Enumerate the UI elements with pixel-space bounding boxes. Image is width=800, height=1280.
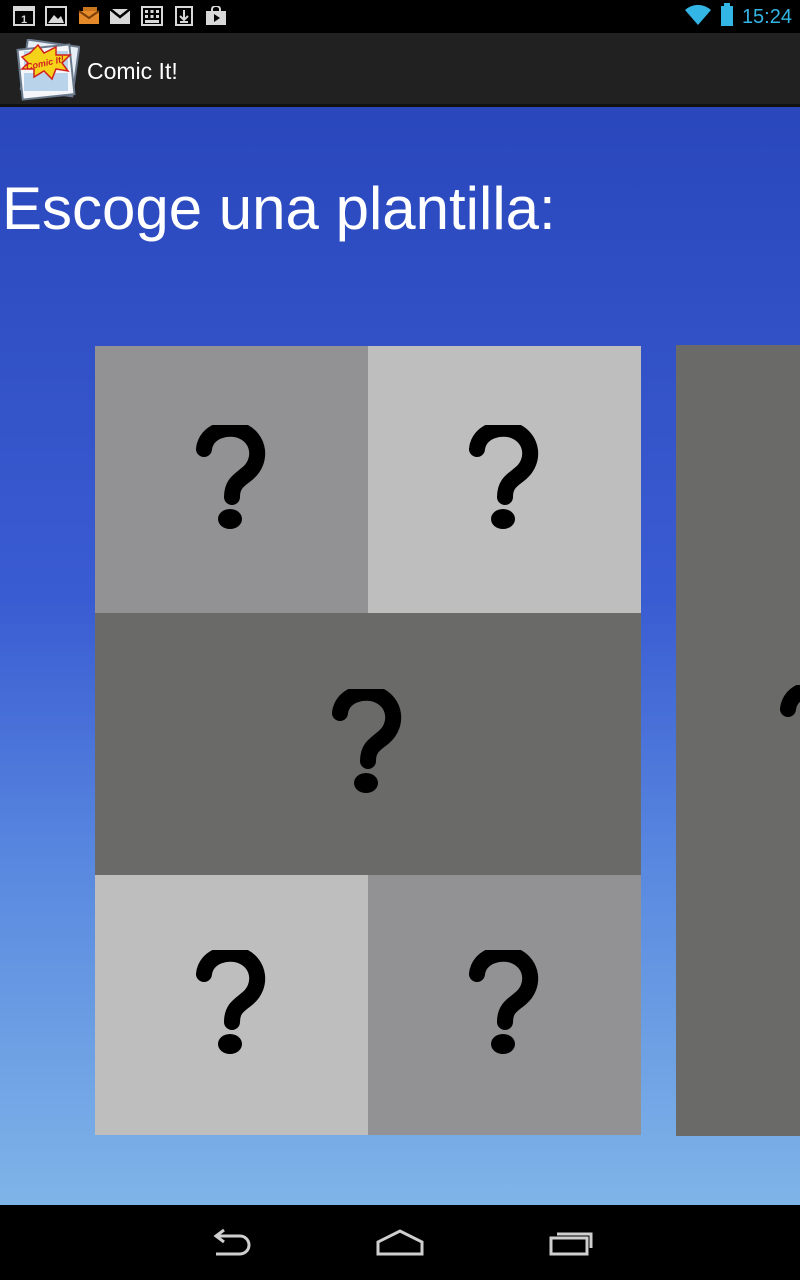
question-mark-icon bbox=[780, 685, 800, 717]
wifi-icon bbox=[684, 4, 712, 31]
home-icon bbox=[376, 1229, 424, 1256]
template-panel bbox=[95, 875, 368, 1135]
template-panel bbox=[95, 613, 641, 875]
app-title: Comic It! bbox=[87, 58, 178, 84]
battery-icon bbox=[720, 2, 734, 32]
back-button[interactable] bbox=[200, 1225, 260, 1261]
template-card-1[interactable] bbox=[95, 346, 641, 1135]
status-right: 15:24 bbox=[684, 2, 792, 32]
main-content: Escoge una plantilla: bbox=[0, 107, 800, 1205]
calendar-icon: 1 bbox=[13, 6, 35, 26]
template-panel bbox=[95, 346, 368, 613]
status-clock: 15:24 bbox=[741, 5, 792, 28]
app-logo-icon[interactable]: Comic It! bbox=[16, 38, 81, 101]
page-title: Escoge una plantilla: bbox=[2, 175, 556, 242]
template-panel bbox=[368, 346, 641, 613]
action-bar: Comic It! Comic It! bbox=[0, 33, 800, 107]
screen: 1 15:24 Comic It! Comic It! Escoge una p… bbox=[0, 0, 800, 1280]
template-panel bbox=[368, 875, 641, 1135]
question-mark-icon bbox=[195, 950, 265, 1054]
gallery-icon bbox=[45, 6, 67, 26]
back-icon bbox=[213, 1228, 251, 1256]
status-bar: 1 15:24 bbox=[0, 0, 800, 33]
gmail-icon bbox=[109, 6, 131, 26]
calendar-day: 1 bbox=[21, 14, 27, 26]
question-mark-icon bbox=[195, 424, 265, 529]
email-icon bbox=[77, 6, 100, 26]
recent-apps-icon bbox=[549, 1232, 593, 1256]
recent-apps-button[interactable] bbox=[541, 1225, 601, 1261]
keep-icon bbox=[141, 6, 163, 26]
home-button[interactable] bbox=[370, 1225, 430, 1261]
question-mark-icon bbox=[332, 689, 401, 793]
question-mark-icon bbox=[468, 950, 538, 1054]
download-icon bbox=[173, 6, 195, 26]
navigation-bar bbox=[0, 1205, 800, 1280]
play-store-icon bbox=[205, 5, 227, 26]
question-mark-icon bbox=[468, 424, 538, 529]
template-card-2[interactable] bbox=[676, 345, 800, 1136]
